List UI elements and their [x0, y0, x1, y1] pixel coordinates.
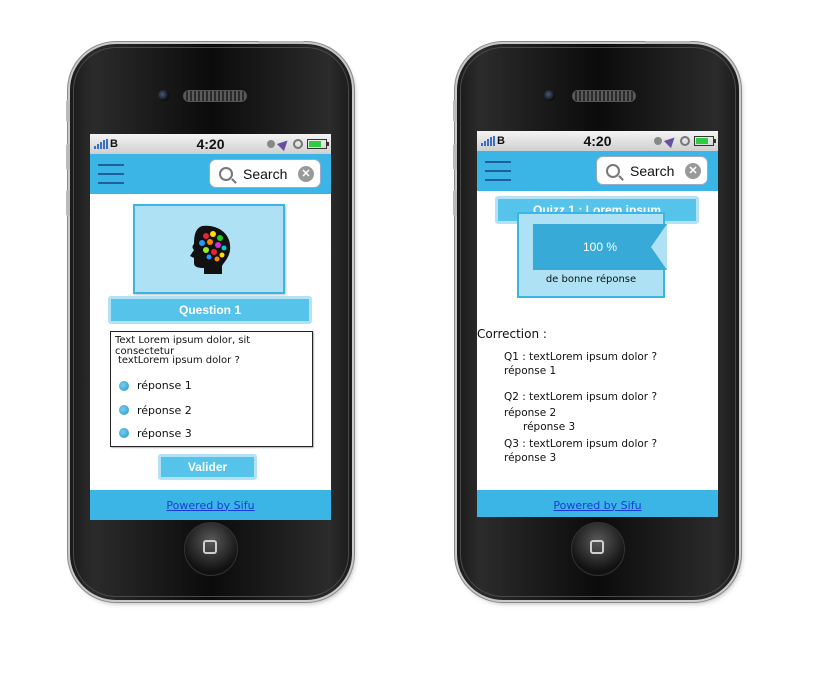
screen-results: B 4:20 Search ✕ Quizz 1 : Lorem ipsum 10…	[477, 131, 718, 517]
carrier-name: B	[497, 135, 505, 147]
powered-by-link[interactable]: Powered by Sifu	[553, 499, 641, 512]
correction-title: Correction :	[477, 327, 547, 341]
brain-head-icon	[190, 225, 231, 274]
search-input[interactable]: Search ✕	[209, 159, 321, 188]
footer: Powered by Sifu	[90, 490, 331, 520]
battery-icon	[694, 136, 716, 146]
search-input[interactable]: Search ✕	[596, 156, 708, 185]
status-time: 4:20	[583, 133, 612, 149]
mute-switch	[453, 100, 457, 122]
signal-icon	[481, 136, 495, 146]
menu-icon[interactable]	[485, 161, 511, 181]
search-label: Search	[243, 165, 288, 182]
home-square-icon	[203, 540, 217, 554]
menu-icon[interactable]	[98, 164, 124, 184]
status-bar: B 4:20	[90, 134, 331, 154]
speaker-grille	[572, 90, 636, 102]
volume-up-button	[66, 144, 70, 170]
answer-1-radio[interactable]	[119, 381, 129, 391]
app-bar: Search ✕	[477, 151, 718, 191]
score-label: de bonne réponse	[545, 274, 637, 285]
score-percent: 100 %	[582, 240, 618, 254]
correction-q1: Q1 : textLorem ipsum dolor ?	[504, 351, 658, 363]
speaker-grille	[183, 90, 247, 102]
correction-q1-answer: réponse 1	[504, 365, 557, 377]
rotation-lock-icon	[680, 136, 690, 146]
answer-3-label[interactable]: réponse 3	[137, 427, 192, 440]
camera-icon	[158, 90, 169, 101]
quiz-image	[133, 204, 285, 294]
powered-by-link[interactable]: Powered by Sifu	[166, 499, 254, 512]
rotation-lock-icon	[293, 139, 303, 149]
carrier-name: B	[110, 138, 118, 150]
volume-down-button	[66, 190, 70, 216]
location-icon	[663, 133, 679, 149]
power-button	[645, 41, 691, 44]
status-time: 4:20	[196, 136, 225, 152]
score-ribbon: 100 %	[533, 224, 667, 270]
footer: Powered by Sifu	[477, 490, 718, 517]
mute-switch	[66, 100, 70, 122]
answer-3-radio[interactable]	[119, 428, 129, 438]
score-card: 100 % de bonne réponse	[517, 212, 667, 298]
home-button	[184, 522, 238, 576]
correction-q3-answer: réponse 3	[504, 452, 557, 464]
signal-icon	[94, 139, 108, 149]
search-icon	[606, 163, 620, 178]
phone-mockup-quiz: B 4:20 Search ✕ Question 1 Text Lorem ip…	[66, 41, 352, 600]
answer-2-radio[interactable]	[119, 405, 129, 415]
clear-icon[interactable]: ✕	[685, 162, 701, 179]
clear-icon[interactable]: ✕	[298, 165, 314, 182]
status-icons	[654, 133, 716, 149]
correction-q2-answer-2: réponse 3	[523, 421, 576, 433]
location-icon	[276, 136, 292, 152]
correction-q2-answer-1: réponse 2	[504, 407, 557, 419]
status-icons	[267, 136, 329, 152]
home-square-icon	[590, 540, 604, 554]
correction-q3: Q3 : textLorem ipsum dolor ?	[504, 438, 658, 450]
question-text: Text Lorem ipsum dolor, sit consectetur	[115, 335, 251, 357]
camera-icon	[544, 90, 555, 101]
power-button	[258, 41, 304, 44]
question-text-2: textLorem ipsum dolor ?	[118, 355, 240, 366]
question-title: Question 1	[108, 296, 312, 324]
volume-down-button	[453, 190, 457, 216]
battery-icon	[307, 139, 329, 149]
volume-up-button	[453, 144, 457, 170]
screen-quiz: B 4:20 Search ✕ Question 1 Text Lorem ip…	[90, 134, 331, 520]
status-bar: B 4:20	[477, 131, 718, 151]
search-label: Search	[630, 162, 675, 179]
submit-button[interactable]: Valider	[158, 454, 257, 480]
question-card: Text Lorem ipsum dolor, sit consectetur …	[110, 331, 313, 447]
search-icon	[219, 166, 233, 181]
alarm-icon	[654, 137, 662, 145]
answer-1-label[interactable]: réponse 1	[137, 379, 192, 392]
app-bar: Search ✕	[90, 154, 331, 194]
correction-q2: Q2 : textLorem ipsum dolor ?	[504, 391, 658, 403]
answer-2-label[interactable]: réponse 2	[137, 404, 192, 417]
phone-mockup-results: B 4:20 Search ✕ Quizz 1 : Lorem ipsum 10…	[453, 41, 739, 600]
home-button	[571, 522, 625, 576]
alarm-icon	[267, 140, 275, 148]
